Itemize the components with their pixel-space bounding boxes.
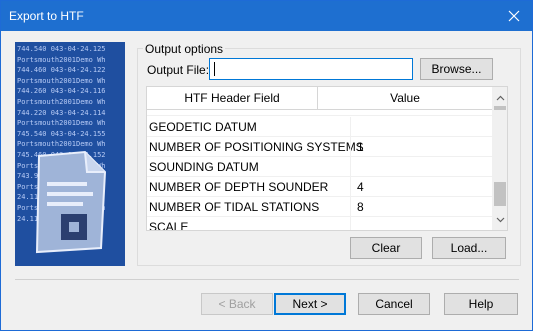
wizard-side-image: 744.540 043-04-24.125 Portsmouth2001Demo… — [15, 42, 125, 266]
field-cell: NUMBER OF TIDAL STATIONS — [149, 200, 320, 214]
help-button[interactable]: Help — [444, 293, 518, 315]
grid-header: HTF Header Field Value — [147, 87, 492, 110]
grid-body: GEODETIC DATUM NUMBER OF POSITIONING SYS… — [147, 117, 492, 231]
grid-row-sounding-datum[interactable]: SOUNDING DATUM — [147, 157, 492, 177]
output-options-legend: Output options — [143, 42, 226, 56]
cancel-button[interactable]: Cancel — [358, 293, 430, 315]
chevron-up-icon — [496, 95, 504, 100]
scroll-thumb[interactable] — [494, 182, 506, 206]
grid-row-partial — [147, 110, 492, 116]
grid-row-positioning-systems[interactable]: NUMBER OF POSITIONING SYSTEMS 1 — [147, 137, 492, 157]
output-file-input[interactable] — [209, 58, 413, 80]
value-cell[interactable]: 4 — [350, 177, 490, 197]
value-cell[interactable] — [350, 117, 490, 137]
column-header-value[interactable]: Value — [318, 87, 492, 110]
output-file-label: Output File: — [147, 63, 210, 77]
next-button[interactable]: Next > — [274, 293, 346, 315]
htf-header-grid: HTF Header Field Value GEODETIC DATUM NU… — [146, 86, 508, 231]
load-button[interactable]: Load... — [432, 237, 506, 259]
document-icon — [35, 150, 107, 254]
export-dialog: Export to HTF 744.540 043-04-24.125 Port… — [0, 0, 533, 331]
scroll-down-button[interactable] — [492, 211, 507, 228]
value-cell[interactable]: 1 — [350, 137, 490, 157]
chevron-down-icon — [496, 217, 504, 222]
field-cell: NUMBER OF DEPTH SOUNDER — [149, 180, 329, 194]
back-button[interactable]: < Back — [201, 293, 273, 315]
column-header-field[interactable]: HTF Header Field — [147, 87, 318, 110]
field-cell: SCALE — [149, 220, 189, 231]
value-cell[interactable] — [350, 217, 490, 230]
grid-row-depth-sounder[interactable]: NUMBER OF DEPTH SOUNDER 4 — [147, 177, 492, 197]
grid-row-geodetic-datum[interactable]: GEODETIC DATUM — [147, 117, 492, 137]
close-button[interactable] — [496, 1, 532, 31]
footer-separator — [15, 279, 519, 280]
value-cell[interactable]: 8 — [350, 197, 490, 217]
grid-scrollbar[interactable] — [492, 87, 507, 230]
value-cell[interactable] — [350, 157, 490, 177]
close-icon — [508, 10, 520, 22]
title-bar: Export to HTF — [1, 1, 532, 31]
field-cell: SOUNDING DATUM — [149, 160, 259, 174]
scroll-track-marker — [494, 106, 506, 110]
grid-row-scale[interactable]: SCALE — [147, 217, 492, 231]
text-caret — [214, 62, 215, 76]
browse-button[interactable]: Browse... — [420, 58, 493, 80]
scroll-up-button[interactable] — [492, 89, 507, 106]
field-cell: GEODETIC DATUM — [149, 120, 257, 134]
field-cell: NUMBER OF POSITIONING SYSTEMS — [149, 140, 364, 154]
clear-button[interactable]: Clear — [350, 237, 422, 259]
window-title: Export to HTF — [9, 9, 84, 23]
grid-row-tidal-stations[interactable]: NUMBER OF TIDAL STATIONS 8 — [147, 197, 492, 217]
